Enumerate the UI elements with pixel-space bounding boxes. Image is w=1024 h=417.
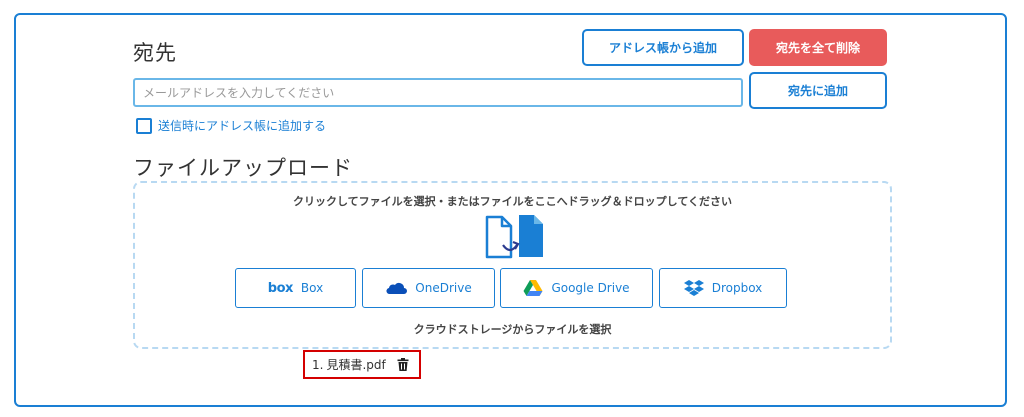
add-from-address-book-button[interactable]: アドレス帳から追加 (582, 29, 744, 66)
file-dropzone[interactable]: クリックしてファイルを選択・またはファイルをここへドラッグ＆ドロップしてください… (133, 181, 892, 349)
add-recipient-button[interactable]: 宛先に追加 (749, 72, 887, 109)
file-index: 1. (312, 357, 324, 372)
file-transfer-icon (485, 215, 543, 259)
save-to-address-book-label[interactable]: 送信時にアドレス帳に追加する (158, 117, 326, 134)
file-name: 見積書.pdf (326, 358, 386, 372)
delete-file-button[interactable] (397, 358, 409, 371)
google-drive-icon (523, 280, 543, 296)
main-panel: 宛先 アドレス帳から追加 宛先を全て削除 宛先に追加 送信時にアドレス帳に追加す… (14, 13, 1007, 407)
dropbox-icon (683, 280, 704, 296)
cloud-storage-caption: クラウドストレージからファイルを選択 (413, 323, 612, 336)
uploaded-file-item: 1. 見積書.pdf (303, 350, 421, 379)
google-drive-label: Google Drive (551, 281, 630, 295)
upload-section-title: ファイルアップロード (133, 156, 353, 180)
email-input[interactable] (133, 78, 743, 107)
delete-all-recipients-button[interactable]: 宛先を全て削除 (749, 29, 887, 66)
google-drive-button[interactable]: Google Drive (500, 268, 653, 308)
save-to-address-book-checkbox[interactable] (136, 117, 152, 134)
dropzone-instruction: クリックしてファイルを選択・またはファイルをここへドラッグ＆ドロップしてください (292, 195, 732, 208)
box-logo-icon: box (267, 280, 294, 296)
dropbox-button[interactable]: Dropbox (659, 268, 787, 308)
recipient-section-title: 宛先 (133, 41, 177, 65)
save-to-address-book-option[interactable]: 送信時にアドレス帳に追加する (136, 117, 326, 134)
onedrive-button[interactable]: OneDrive (362, 268, 495, 308)
onedrive-cloud-icon (386, 283, 408, 295)
dropbox-label: Dropbox (711, 281, 763, 295)
box-button[interactable]: box Box (235, 268, 356, 308)
onedrive-label: OneDrive (415, 281, 472, 295)
trash-icon (397, 358, 409, 371)
box-label: Box (300, 281, 324, 295)
